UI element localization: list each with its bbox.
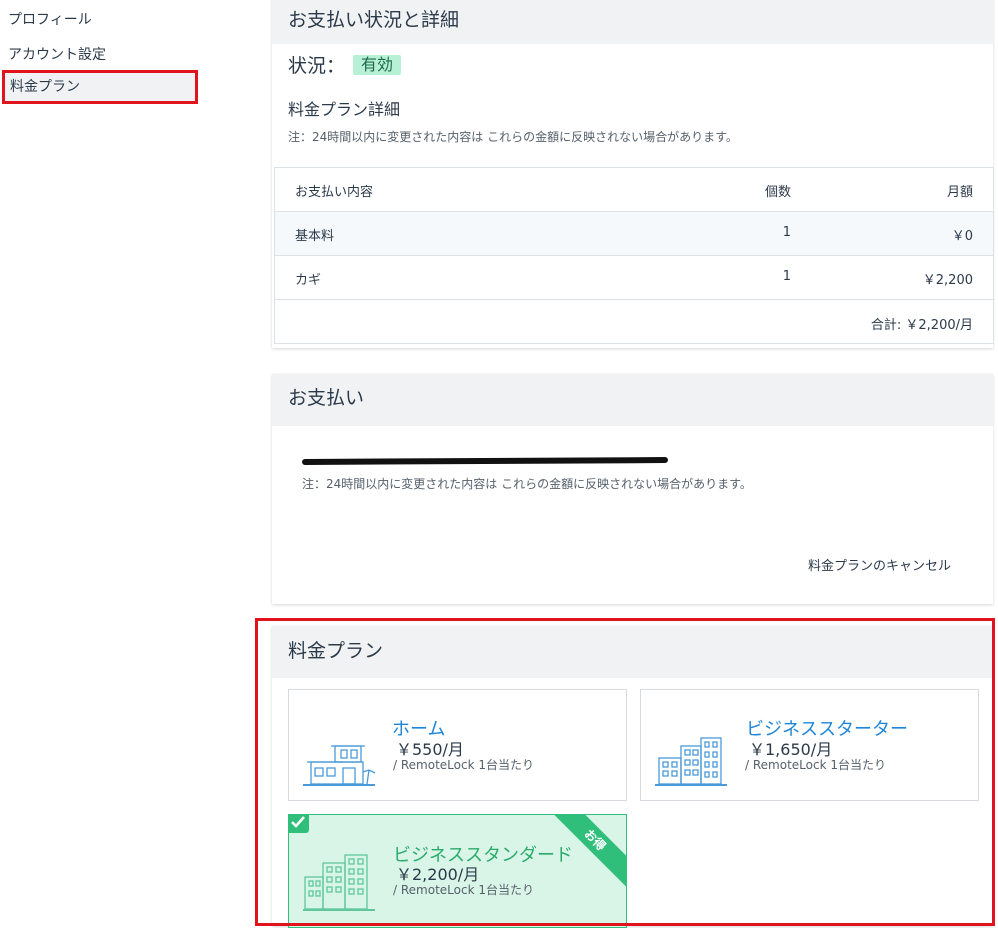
status-row: 状況： 有効: [288, 51, 402, 78]
header-qty: 個数: [764, 185, 791, 200]
row-item: カギ: [295, 273, 322, 288]
sidebar-item-profile[interactable]: プロフィール: [8, 9, 92, 29]
plan-details-title: 料金プラン詳細: [288, 100, 401, 119]
row-amount: ￥0: [951, 229, 973, 244]
header-amount: 月額: [946, 185, 973, 200]
plans-title: 料金プラン: [272, 626, 993, 678]
office-building-icon: [303, 854, 375, 911]
row-qty: 1: [782, 225, 791, 240]
sidebar-item-account-settings[interactable]: アカウント設定: [8, 44, 106, 64]
payment-status-title: お支払い状況と詳細: [272, 0, 993, 44]
redacted-payment-info: [301, 457, 669, 465]
table-total-row: 合計: ￥2,200/月: [275, 300, 993, 344]
payment-card: お支払い 注：24時間以内に変更された内容は これらの金額に反映されない場合があ…: [272, 374, 993, 604]
payment-note: 注：24時間以内に変更された内容は これらの金額に反映されない場合があります。: [302, 477, 752, 491]
table-header: お支払い内容 個数 月額: [275, 168, 993, 212]
table-row: カギ 1 ￥2,200: [275, 256, 993, 300]
charges-table: お支払い内容 個数 月額 基本料 1 ￥0 カギ 1 ￥2,200 合計: ￥2…: [274, 167, 994, 344]
status-badge: 有効: [353, 55, 402, 75]
plan-option-business-starter[interactable]: ビジネススターター ￥1,650/月 / RemoteLock 1台当たり: [640, 689, 979, 801]
plan-unit: / RemoteLock 1台当たり: [393, 883, 534, 897]
plan-option-business-standard[interactable]: お得 ビジネススタンダード ￥2,200/月 / RemoteLock 1台当た…: [288, 814, 627, 928]
sidebar-item-plan[interactable]: 料金プラン: [2, 70, 198, 104]
details-note: 注：24時間以内に変更された内容は これらの金額に反映されない場合があります。: [288, 130, 738, 144]
building-icon: [655, 737, 727, 786]
cancel-plan-link[interactable]: 料金プランのキャンセル: [808, 555, 951, 574]
row-amount: ￥2,200: [922, 273, 973, 288]
plan-option-home[interactable]: ホーム ￥550/月 / RemoteLock 1台当たり: [288, 689, 627, 801]
header-item: お支払い内容: [295, 185, 374, 200]
selected-check-icon: [289, 815, 309, 833]
row-item: 基本料: [295, 229, 335, 244]
status-label: 状況：: [288, 55, 346, 77]
payment-title: お支払い: [272, 374, 993, 426]
house-icon: [303, 745, 376, 786]
table-row: 基本料 1 ￥0: [275, 212, 993, 256]
payment-status-card: お支払い状況と詳細 状況： 有効 料金プラン詳細 注：24時間以内に変更された内容…: [272, 0, 994, 348]
total-amount: 合計: ￥2,200/月: [870, 318, 973, 333]
plan-unit: / RemoteLock 1台当たり: [393, 758, 534, 772]
plan-unit: / RemoteLock 1台当たり: [745, 758, 886, 772]
row-qty: 1: [782, 269, 791, 284]
